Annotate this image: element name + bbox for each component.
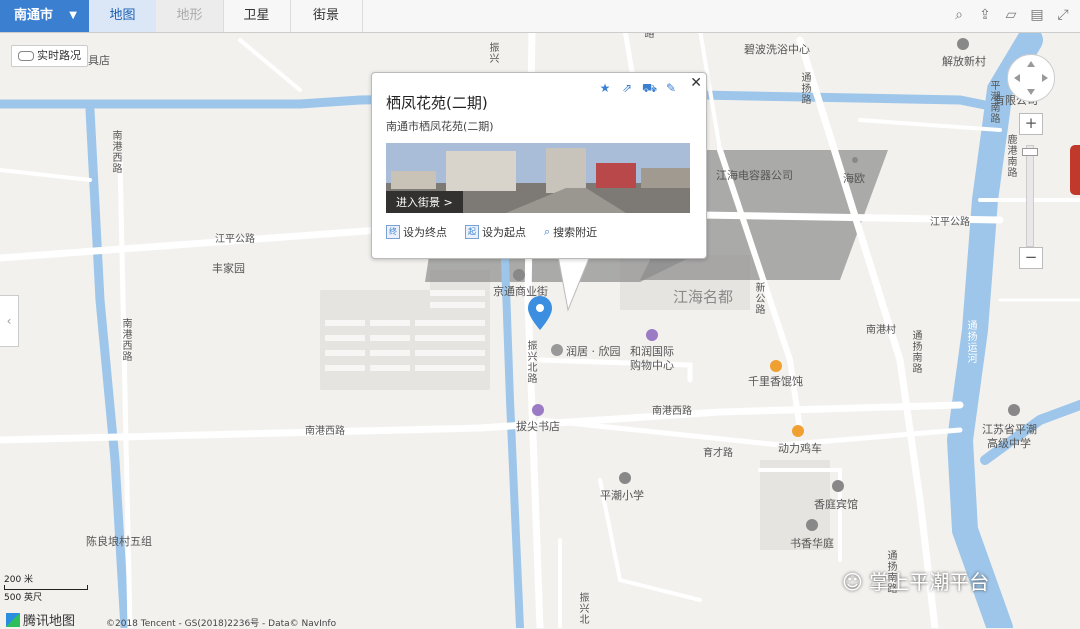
- end-icon: 终: [386, 225, 400, 239]
- edge-tab: [1070, 145, 1080, 195]
- map-label: 南港西路: [652, 406, 692, 417]
- popup-actions: 终设为终点 起设为起点 ⌕ 搜索附近: [386, 224, 597, 240]
- map-label: 动力鸡车: [778, 442, 822, 455]
- map-label: 振兴北路: [525, 340, 536, 384]
- search-nearby-label: 搜索附近: [553, 226, 598, 239]
- tab-streetview[interactable]: 街景: [290, 0, 363, 32]
- search-nearby-button[interactable]: ⌕ 搜索附近: [544, 224, 597, 240]
- start-icon: 起: [465, 225, 479, 239]
- map-label: 南港西路: [120, 318, 131, 362]
- place-popup: 栖凤花苑(二期) 南通市栖凤花苑(二期) ★ ⇗ ⛟ ✎ ✕ 进入街景 > 终设…: [371, 72, 707, 259]
- map-label: 丰家园: [212, 262, 245, 275]
- street-view-thumbnail[interactable]: 进入街景 >: [386, 143, 690, 213]
- watermark: ☺ 掌上平潮平台: [842, 566, 989, 595]
- map-label: 具店: [88, 54, 110, 67]
- map-label: 江海名都: [673, 288, 734, 306]
- map-label: 江海电容器公司: [716, 169, 793, 182]
- fullscreen-icon[interactable]: ⤢: [1054, 6, 1072, 24]
- map-label: 平潮南路: [988, 80, 999, 124]
- map-label: 碧波洗浴中心: [744, 43, 810, 56]
- pan-arrows-icon: [1014, 61, 1048, 95]
- zoom-thumb[interactable]: [1022, 148, 1038, 156]
- set-destination-label: 设为终点: [403, 226, 447, 239]
- map-label: 南港西路: [305, 426, 345, 437]
- map-label: 海欧: [843, 172, 865, 185]
- star-icon[interactable]: ★: [598, 81, 612, 95]
- toolbar-tools: ⌕ ⇪ ▱ ▤ ⤢: [950, 6, 1072, 24]
- pan-control[interactable]: [1007, 54, 1055, 102]
- map-label: 拔尖书店: [516, 420, 560, 433]
- map-label: 通扬路: [799, 72, 810, 105]
- map-label: 书香华庭: [790, 537, 834, 550]
- map-label: 江平公路: [930, 217, 970, 228]
- map-label: 高级中学: [987, 437, 1031, 450]
- traffic-button[interactable]: 实时路况: [11, 45, 88, 67]
- place-address: 南通市栖凤花苑(二期): [386, 120, 494, 133]
- zoom-slider[interactable]: [1026, 145, 1034, 247]
- map-label: 解放新村: [942, 55, 986, 68]
- search-icon: ⌕: [544, 225, 551, 238]
- wechat-icon: ☺: [842, 570, 870, 594]
- tab-map[interactable]: 地图: [89, 0, 157, 32]
- logo-icon: [6, 612, 20, 627]
- map-logo: 腾讯地图: [6, 610, 75, 629]
- map-label: 通扬南路: [910, 330, 921, 374]
- scale-bar: 200 米 500 英尺: [4, 572, 88, 603]
- zoom-out-button[interactable]: −: [1019, 247, 1043, 269]
- map-label: 香庭宾馆: [814, 498, 858, 511]
- tab-terrain[interactable]: 地形: [156, 0, 224, 32]
- popup-actions-icons: ★ ⇗ ⛟ ✎: [598, 81, 678, 95]
- map-label: 南港村: [866, 325, 896, 336]
- scale-imperial: 500 英尺: [4, 593, 43, 603]
- map-label: 江平公路: [215, 234, 255, 245]
- edit-icon[interactable]: ✎: [664, 81, 678, 95]
- zoom-in-button[interactable]: +: [1019, 113, 1043, 135]
- car-icon[interactable]: ⛟: [642, 81, 657, 95]
- map-toolbar: 南通市 ▼ 地图 地形 卫星 街景 ⌕ ⇪ ▱ ▤ ⤢: [0, 0, 1080, 33]
- map-label: 京通商业街: [493, 285, 548, 298]
- map-label: 南港西路: [110, 130, 121, 174]
- city-label: 南通市: [14, 8, 54, 23]
- share-icon[interactable]: ⇗: [620, 81, 634, 95]
- city-selector[interactable]: 南通市 ▼: [0, 0, 89, 32]
- search-icon[interactable]: ⌕: [950, 6, 968, 24]
- map-label: 新公路: [753, 282, 764, 315]
- map-label: 鹿港南路: [1005, 134, 1016, 178]
- map-label: 购物中心: [630, 359, 674, 372]
- enter-streetview-button[interactable]: 进入街景 >: [386, 191, 463, 213]
- map-label: 平潮小学: [600, 489, 644, 502]
- ruler-icon[interactable]: ▱: [1002, 6, 1020, 24]
- map-label: 千里香馄饨: [748, 375, 803, 388]
- traffic-icon: [18, 51, 34, 61]
- place-title: 栖凤花苑(二期): [386, 94, 488, 112]
- share-icon[interactable]: ⇪: [976, 6, 994, 24]
- copyright: ©2018 Tencent - GS(2018)2236号 - Data© Na…: [106, 619, 337, 629]
- watermark-text: 掌上平潮平台: [869, 570, 990, 594]
- close-icon[interactable]: ✕: [690, 75, 702, 91]
- set-origin-label: 设为起点: [482, 226, 526, 239]
- chevron-down-icon: ▼: [69, 10, 77, 21]
- tab-satellite[interactable]: 卫星: [223, 0, 291, 32]
- set-destination-button[interactable]: 终设为终点: [386, 224, 447, 240]
- traffic-label: 实时路况: [37, 49, 81, 62]
- map-label: 润居 · 欣园: [566, 345, 621, 358]
- logo-text: 腾讯地图: [23, 614, 76, 629]
- map-label: 陈良埌村五组: [86, 535, 152, 548]
- map-label: 振兴: [487, 42, 498, 64]
- trash-icon[interactable]: ▤: [1028, 6, 1046, 24]
- scale-metric: 200 米: [4, 575, 34, 585]
- collapse-panel-button[interactable]: ‹: [0, 295, 19, 347]
- map-label: 育才路: [703, 448, 733, 459]
- map-label: 通扬运河: [965, 320, 976, 364]
- map-label: 振兴北: [577, 592, 588, 625]
- set-origin-button[interactable]: 起设为起点: [465, 224, 526, 240]
